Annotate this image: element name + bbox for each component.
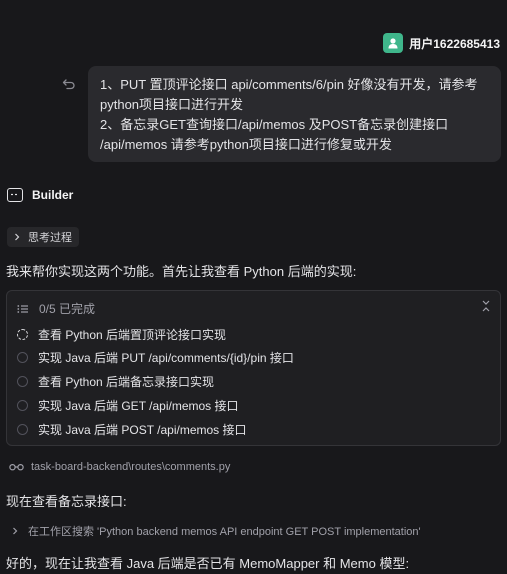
file-path: task-board-backend\routes\comments.py [31,461,231,473]
assistant-intro-text: 我来帮你实现这两个功能。首先让我查看 Python 后端的实现: [6,264,357,279]
task-label: 查看 Python 后端备忘录接口实现 [38,375,215,389]
user-avatar [383,33,404,53]
chevron-right-icon [13,527,18,535]
message-line: /api/memos 请参考python项目接口进行修复或开发 [100,137,392,152]
user-name: 用户1622685413 [409,36,500,51]
task-label: 实现 Java 后端 POST /api/memos 接口 [38,423,247,437]
workspace-search-step[interactable]: 在工作区搜索 'Python backend memos API endpoin… [12,523,421,539]
task-list-card: 0/5 已完成 查看 Python 后端置顶评论接口实现 实现 Java 后端 … [6,290,501,446]
message-line: 1、PUT 置顶评论接口 api/comments/6/pin 好像没有开发，请… [100,77,478,92]
task-progress: 0/5 已完成 [39,302,96,316]
user-header: 用户1622685413 [383,33,500,53]
assistant-followup-text: 现在查看备忘录接口: [6,494,127,509]
task-item: 实现 Java 后端 POST /api/memos 接口 [17,421,247,438]
person-icon [388,38,398,49]
task-label: 实现 Java 后端 PUT /api/comments/{id}/pin 接口 [38,351,294,365]
pending-circle-icon [17,400,28,411]
glasses-icon [9,463,24,471]
file-reference[interactable]: task-board-backend\routes\comments.py [9,461,230,473]
user-message-bubble: 1、PUT 置顶评论接口 api/comments/6/pin 好像没有开发，请… [88,66,501,162]
chat-panel: 用户1622685413 1、PUT 置顶评论接口 api/comments/6… [0,0,507,574]
thinking-process-label: 思考过程 [28,232,72,244]
builder-icon [7,188,23,202]
message-line: python项目接口进行开发 [100,97,244,112]
assistant-next-text: 好的，现在让我查看 Java 后端是否已有 MemoMapper 和 Memo … [6,556,410,571]
message-line: 2、备忘录GET查询接口/api/memos 及POST备忘录创建接口 [100,117,449,132]
thinking-process-toggle[interactable]: 思考过程 [7,227,79,247]
pending-circle-icon [17,352,28,363]
task-label: 实现 Java 后端 GET /api/memos 接口 [38,399,239,413]
task-label: 查看 Python 后端置顶评论接口实现 [38,328,227,342]
checklist-icon [17,304,28,313]
collapse-icon[interactable] [481,300,491,312]
assistant-name: Builder [32,188,74,202]
task-item: 查看 Python 后端置顶评论接口实现 [17,326,226,343]
task-item: 实现 Java 后端 GET /api/memos 接口 [17,397,239,414]
task-list-header: 0/5 已完成 [17,300,95,317]
pending-circle-icon [17,424,28,435]
search-step-label: 在工作区搜索 'Python backend memos API endpoin… [28,526,421,538]
assistant-header: Builder [7,188,73,202]
undo-icon[interactable] [62,77,76,91]
chevron-right-icon [15,233,20,241]
task-item: 实现 Java 后端 PUT /api/comments/{id}/pin 接口 [17,349,294,366]
task-item: 查看 Python 后端备忘录接口实现 [17,373,214,390]
in-progress-icon [17,329,28,340]
pending-circle-icon [17,376,28,387]
